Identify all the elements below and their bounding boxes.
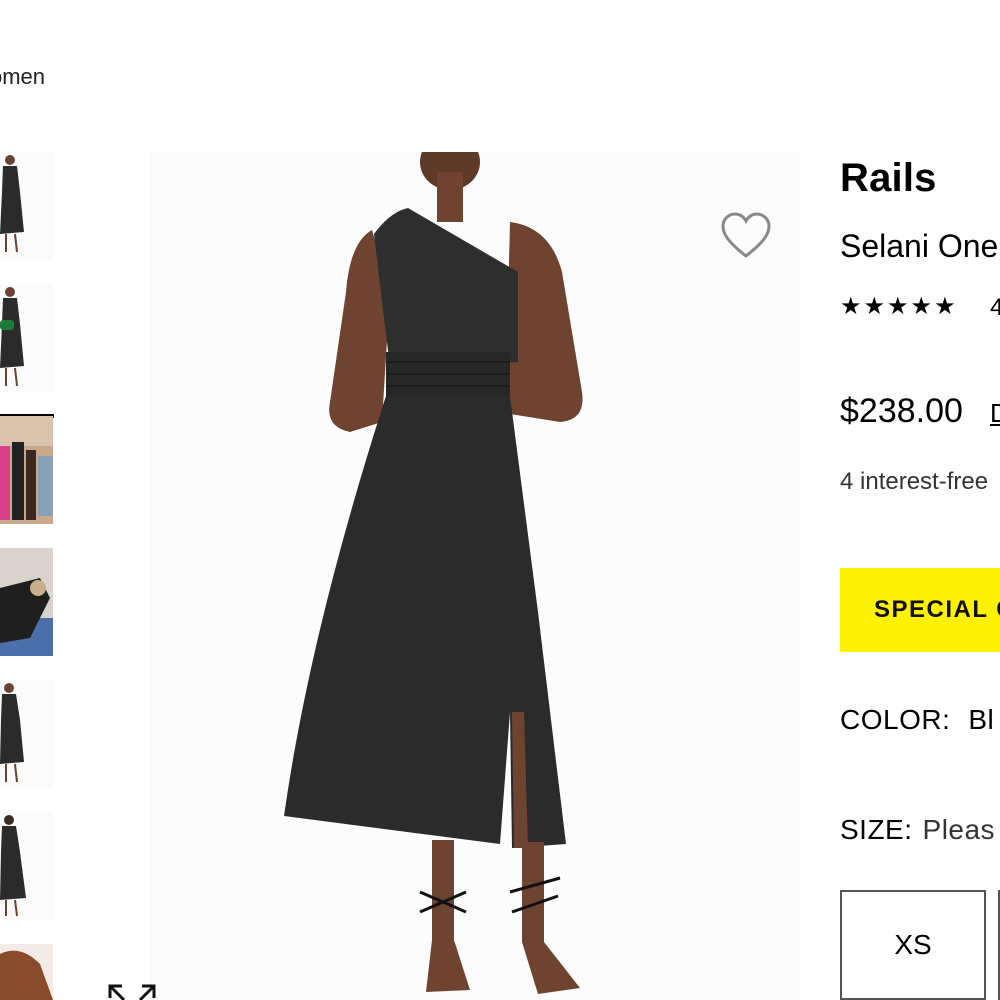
size-selector: SIZE: Pleas [840,814,995,846]
color-selector: COLOR: Bl [840,704,994,736]
thumbnail-4[interactable] [0,548,53,656]
thumbnail-5[interactable] [0,680,53,788]
thumbnail-7[interactable] [0,944,53,1000]
special-offer-button[interactable]: SPECIAL C [840,568,1000,652]
thumbnail-3[interactable] [0,416,53,524]
installments-text: 4 interest-free [840,468,989,495]
price-details-link[interactable]: D [990,398,1000,429]
thumbnail-6[interactable] [0,812,53,920]
thumbnail-2[interactable] [0,284,53,392]
breadcrumb[interactable]: omen [0,64,45,90]
expand-icon[interactable] [106,982,158,1000]
thumbnail-1[interactable] [0,152,53,260]
heart-icon[interactable] [720,212,772,260]
size-option-xs[interactable]: XS [840,890,986,1000]
product-title: Selani One [840,228,999,264]
size-prompt: Pleas [922,814,996,845]
size-label: SIZE: [840,814,913,845]
color-value: Bl [968,704,995,735]
brand-name[interactable]: Rails [840,156,937,201]
main-product-image[interactable] [150,152,800,1000]
price: $238.00 [840,392,963,430]
star-rating[interactable]: ★★★★★ [840,292,958,321]
color-label: COLOR: [840,704,951,735]
rating-count[interactable]: 4 [990,294,1000,322]
